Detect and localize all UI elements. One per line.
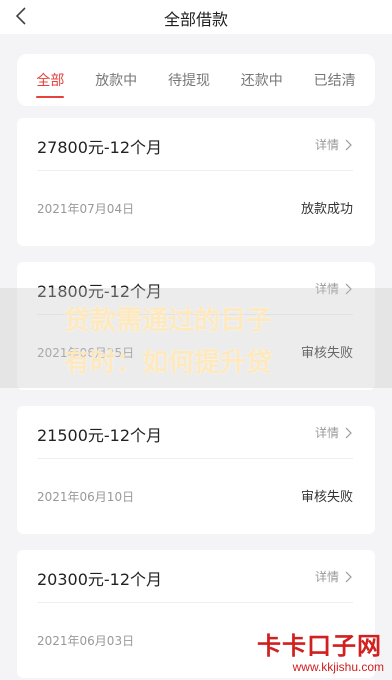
loan-amount: 27800元-12个月 [37, 138, 163, 157]
detail-label: 详情 [314, 138, 339, 152]
loan-amount: 20300元-12个月 [37, 570, 163, 589]
tab-all[interactable]: 全部 [32, 64, 68, 98]
loan-status: 审核失败 [300, 346, 353, 361]
tab-repaying[interactable]: 还款中 [237, 64, 287, 96]
chevron-right-icon [345, 571, 352, 582]
loan-status: 放款成功 [300, 202, 353, 217]
loan-card[interactable]: 21500元-12个月 详情 2021年06月10日 审核失败 [17, 406, 375, 534]
divider [37, 170, 353, 171]
loan-date: 2021年06月10日 [37, 490, 135, 504]
status-tabs: 全部 放款中 待提现 还款中 已结清 [17, 54, 375, 106]
tab-pending-withdraw[interactable]: 待提现 [164, 64, 214, 96]
chevron-right-icon [345, 139, 352, 150]
detail-label: 详情 [314, 426, 339, 440]
loan-amount: 21800元-12个月 [37, 282, 163, 301]
loan-date: 2021年06月03日 [37, 634, 135, 648]
detail-link[interactable]: 详情 [315, 280, 353, 297]
detail-label: 详情 [314, 570, 339, 584]
loan-date: 2021年07月04日 [37, 202, 135, 216]
tab-disbursing[interactable]: 放款中 [91, 64, 141, 96]
loan-card[interactable]: 21800元-12个月 详情 2021年06月25日 审核失败 [17, 262, 375, 390]
page-title: 全部借款 [163, 10, 228, 29]
chevron-right-icon [345, 427, 352, 438]
tab-settled[interactable]: 已结清 [310, 64, 360, 96]
loan-date: 2021年06月25日 [37, 346, 135, 360]
loan-status: 审核失败 [300, 490, 353, 505]
nav-bar: 全部借款 [0, 0, 392, 34]
loan-card[interactable]: 20300元-12个月 详情 2021年06月03日 [17, 550, 375, 678]
chevron-right-icon [345, 283, 352, 294]
divider [37, 314, 353, 315]
detail-link[interactable]: 详情 [315, 424, 353, 441]
detail-link[interactable]: 详情 [315, 568, 353, 585]
loan-card[interactable]: 27800元-12个月 详情 2021年07月04日 放款成功 [17, 118, 375, 246]
divider [37, 458, 353, 459]
detail-link[interactable]: 详情 [315, 136, 353, 153]
loan-list: 27800元-12个月 详情 2021年07月04日 放款成功 21800元-1… [17, 118, 375, 680]
divider [37, 602, 353, 603]
detail-label: 详情 [314, 282, 339, 296]
loan-amount: 21500元-12个月 [37, 426, 163, 445]
